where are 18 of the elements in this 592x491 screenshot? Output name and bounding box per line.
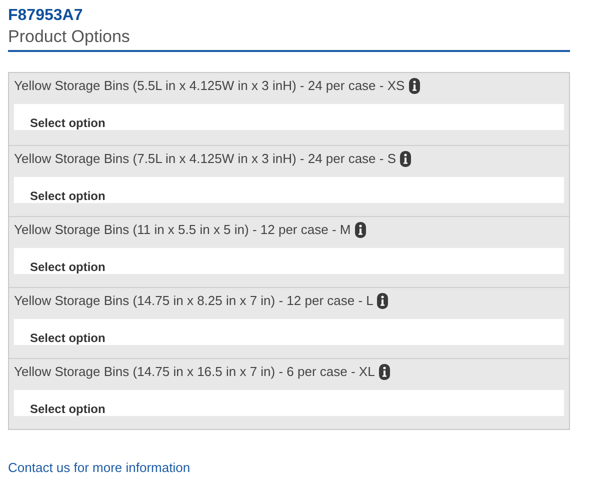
option-label: Yellow Storage Bins (14.75 in x 16.5 in x 7 in) - 6 per case - XL xyxy=(14,363,375,381)
option-select[interactable]: Select option xyxy=(14,177,564,203)
option-select[interactable]: Select option xyxy=(14,104,564,130)
option-select[interactable]: Select option xyxy=(14,390,564,416)
option-select[interactable]: Select option xyxy=(14,319,564,345)
product-code: F87953A7 xyxy=(8,6,84,26)
info-icon[interactable] xyxy=(354,222,366,238)
option-label: Yellow Storage Bins (11 in x 5.5 in x 5 in) - 12 per case - M xyxy=(14,221,351,239)
contact-link[interactable]: Contact us for more information xyxy=(8,460,190,475)
option-label: Yellow Storage Bins (14.75 in x 8.25 in x 7 in) - 12 per case - L xyxy=(14,292,374,310)
info-icon[interactable] xyxy=(377,293,388,309)
section-heading: Product Options xyxy=(8,26,570,52)
info-icon[interactable] xyxy=(400,151,412,167)
info-icon[interactable] xyxy=(378,364,390,380)
option-label: Yellow Storage Bins (7.5L in x 4.125W in x 3 inH) - 24 per case - S xyxy=(14,150,396,168)
option-select[interactable]: Select option xyxy=(14,248,564,274)
option-label: Yellow Storage Bins (5.5L in x 4.125W in x 3 inH) - 24 per case - XS xyxy=(14,77,405,95)
info-icon[interactable] xyxy=(408,78,420,94)
